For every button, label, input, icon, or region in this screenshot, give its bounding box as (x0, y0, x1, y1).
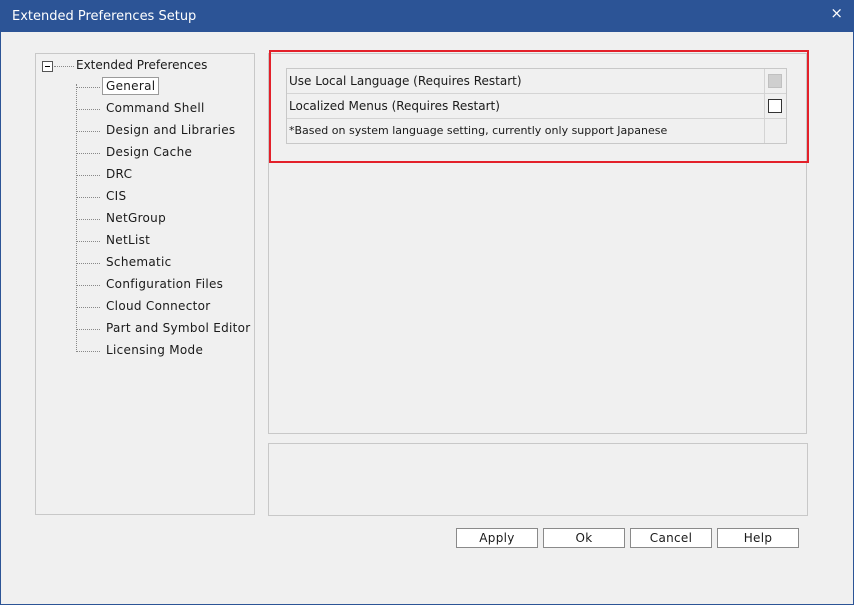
tree-item-label: Cloud Connector (106, 299, 211, 313)
tree-item-label: Schematic (106, 255, 172, 269)
tree-item-licensing-mode[interactable]: Licensing Mode (76, 341, 254, 361)
tree-item-label: General (102, 77, 160, 95)
description-panel (268, 443, 808, 516)
tree-item-label: DRC (106, 167, 133, 181)
tree-item-label: Configuration Files (106, 277, 224, 291)
tree-item-label: NetList (106, 233, 151, 247)
window-title: Extended Preferences Setup (12, 9, 197, 24)
title-bar: Extended Preferences Setup × (0, 0, 854, 32)
tree-connector (54, 66, 74, 67)
tree-item-netlist[interactable]: NetList (76, 231, 254, 251)
tree-item-label: CIS (106, 189, 127, 203)
collapse-icon[interactable] (42, 61, 53, 72)
tree-item-label: NetGroup (106, 211, 166, 225)
tree-item-label: Design Cache (106, 145, 193, 159)
tree-item-label: Design and Libraries (106, 123, 236, 137)
tree-item-label: Part and Symbol Editor (106, 321, 251, 335)
highlight-box (269, 50, 809, 163)
tree-item-cloud-connector[interactable]: Cloud Connector (76, 297, 254, 317)
tree-item-drc[interactable]: DRC (76, 165, 254, 185)
tree-item-label: Command Shell (106, 101, 205, 115)
tree-item-configuration-files[interactable]: Configuration Files (76, 275, 254, 295)
tree-item-label: Licensing Mode (106, 343, 204, 357)
category-tree: Extended Preferences General Command She… (35, 53, 255, 515)
tree-item-command-shell[interactable]: Command Shell (76, 99, 254, 119)
tree-item-part-and-symbol-editor[interactable]: Part and Symbol Editor (76, 319, 254, 339)
tree-item-design-cache[interactable]: Design Cache (76, 143, 254, 163)
close-icon[interactable]: × (830, 4, 843, 22)
tree-item-cis[interactable]: CIS (76, 187, 254, 207)
cancel-button[interactable]: Cancel (630, 528, 712, 548)
tree-item-schematic[interactable]: Schematic (76, 253, 254, 273)
apply-button[interactable]: Apply (456, 528, 538, 548)
tree-item-design-and-libraries[interactable]: Design and Libraries (76, 121, 254, 141)
ok-button[interactable]: Ok (543, 528, 625, 548)
tree-item-netgroup[interactable]: NetGroup (76, 209, 254, 229)
tree-root-label[interactable]: Extended Preferences (76, 58, 207, 72)
tree-item-general[interactable]: General (76, 77, 254, 97)
help-button[interactable]: Help (717, 528, 799, 548)
